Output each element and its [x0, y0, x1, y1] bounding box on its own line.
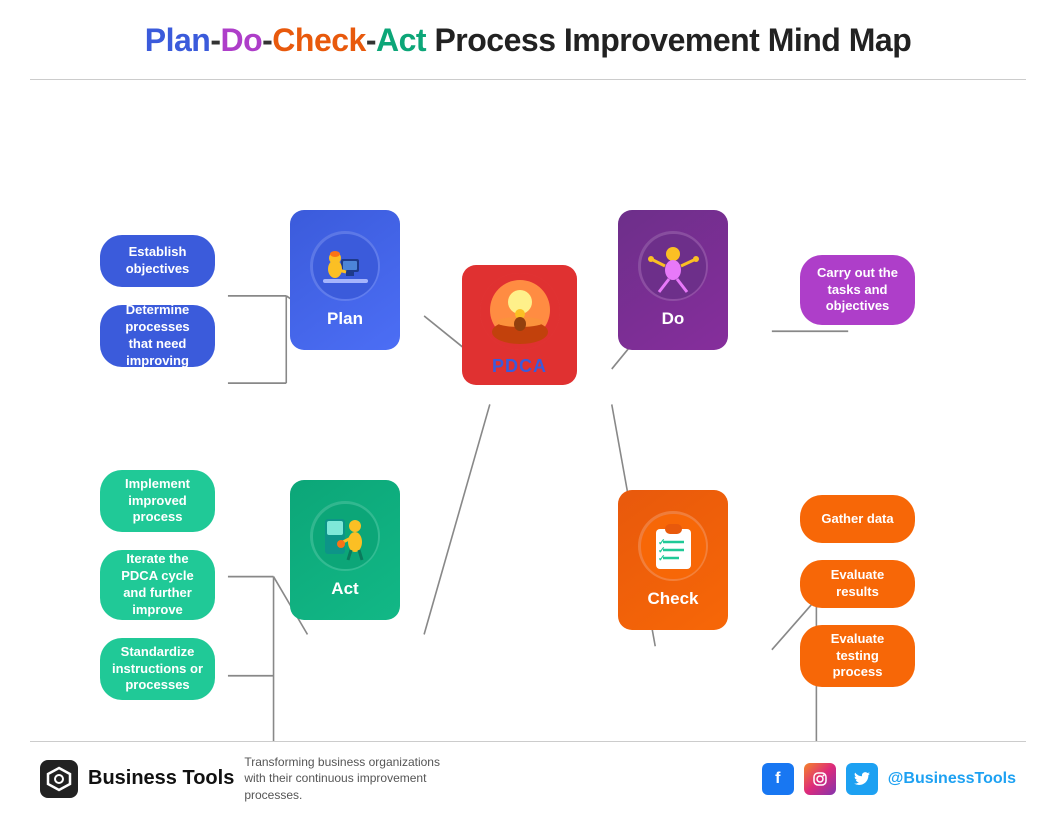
act-node: Act	[290, 480, 400, 620]
twitter-icon[interactable]	[846, 763, 878, 795]
gather-box: Gather data	[800, 495, 915, 543]
pdca-node: PDCA	[462, 265, 577, 385]
establish-label: Establish objectives	[112, 244, 203, 278]
evaluate-results-box: Evaluate results	[800, 560, 915, 608]
gather-label: Gather data	[821, 511, 893, 528]
page-container: Plan-Do-Check-Act Process Improvement Mi…	[0, 0, 1056, 816]
footer-left: Business Tools Transforming business org…	[40, 754, 464, 804]
standardize-label: Standardize instructions or processes	[112, 644, 203, 695]
title-dash3: -	[366, 22, 376, 58]
determine-box: Determine processes that need improving	[100, 305, 215, 367]
determine-label: Determine processes that need improving	[112, 302, 203, 370]
iterate-box: Iterate the PDCA cycle and further impro…	[100, 550, 215, 620]
title-act: Act	[376, 22, 426, 58]
pdca-illustration	[480, 273, 560, 350]
evaluate-testing-label: Evaluate testing process	[812, 631, 903, 682]
footer: Business Tools Transforming business org…	[0, 742, 1056, 816]
facebook-icon[interactable]: f	[762, 763, 794, 795]
social-handle: @BusinessTools	[888, 770, 1016, 788]
act-node-label: Act	[331, 579, 358, 599]
plan-node-label: Plan	[327, 309, 363, 329]
check-illustration: ✓ ✓ ✓	[641, 514, 706, 579]
check-node: ✓ ✓ ✓ Check	[618, 490, 728, 630]
check-node-label: Check	[647, 589, 698, 609]
act-illustration	[313, 504, 378, 569]
implement-label: Implement improved process	[112, 476, 203, 527]
footer-right: f @BusinessTools	[762, 763, 1016, 795]
footer-tagline: Transforming business organizations with…	[244, 754, 464, 804]
do-icon-circle	[638, 231, 708, 301]
plan-illustration	[313, 234, 378, 299]
do-node-label: Do	[662, 309, 685, 329]
implement-box: Implement improved process	[100, 470, 215, 532]
pdca-node-label: PDCA	[492, 356, 547, 377]
plan-icon-circle	[310, 231, 380, 301]
do-node: Do	[618, 210, 728, 350]
title-rest: Process Improvement Mind Map	[426, 22, 911, 58]
do-illustration	[641, 234, 706, 299]
iterate-label: Iterate the PDCA cycle and further impro…	[112, 551, 203, 619]
title-dash2: -	[262, 22, 272, 58]
header: Plan-Do-Check-Act Process Improvement Mi…	[0, 0, 1056, 69]
establish-box: Establish objectives	[100, 235, 215, 287]
standardize-box: Standardize instructions or processes	[100, 638, 215, 700]
act-icon-circle	[310, 501, 380, 571]
title-check: Check	[272, 22, 366, 58]
carry-label: Carry out the tasks and objectives	[812, 265, 903, 316]
svg-text:✓: ✓	[658, 553, 666, 563]
pdca-icon-circle	[480, 273, 560, 350]
check-icon-circle: ✓ ✓ ✓	[638, 511, 708, 581]
instagram-icon[interactable]	[804, 763, 836, 795]
evaluate-results-label: Evaluate results	[812, 567, 903, 601]
logo-icon	[46, 766, 72, 792]
footer-logo	[40, 760, 78, 798]
title-do: Do	[220, 22, 262, 58]
diagram-area: Establish objectives Determine processes…	[0, 80, 1056, 741]
title-plan: Plan	[145, 22, 211, 58]
carry-box: Carry out the tasks and objectives	[800, 255, 915, 325]
evaluate-testing-box: Evaluate testing process	[800, 625, 915, 687]
page-title: Plan-Do-Check-Act Process Improvement Mi…	[40, 22, 1016, 59]
plan-node: Plan	[290, 210, 400, 350]
footer-brand: Business Tools	[88, 767, 234, 790]
title-dash1: -	[210, 22, 220, 58]
